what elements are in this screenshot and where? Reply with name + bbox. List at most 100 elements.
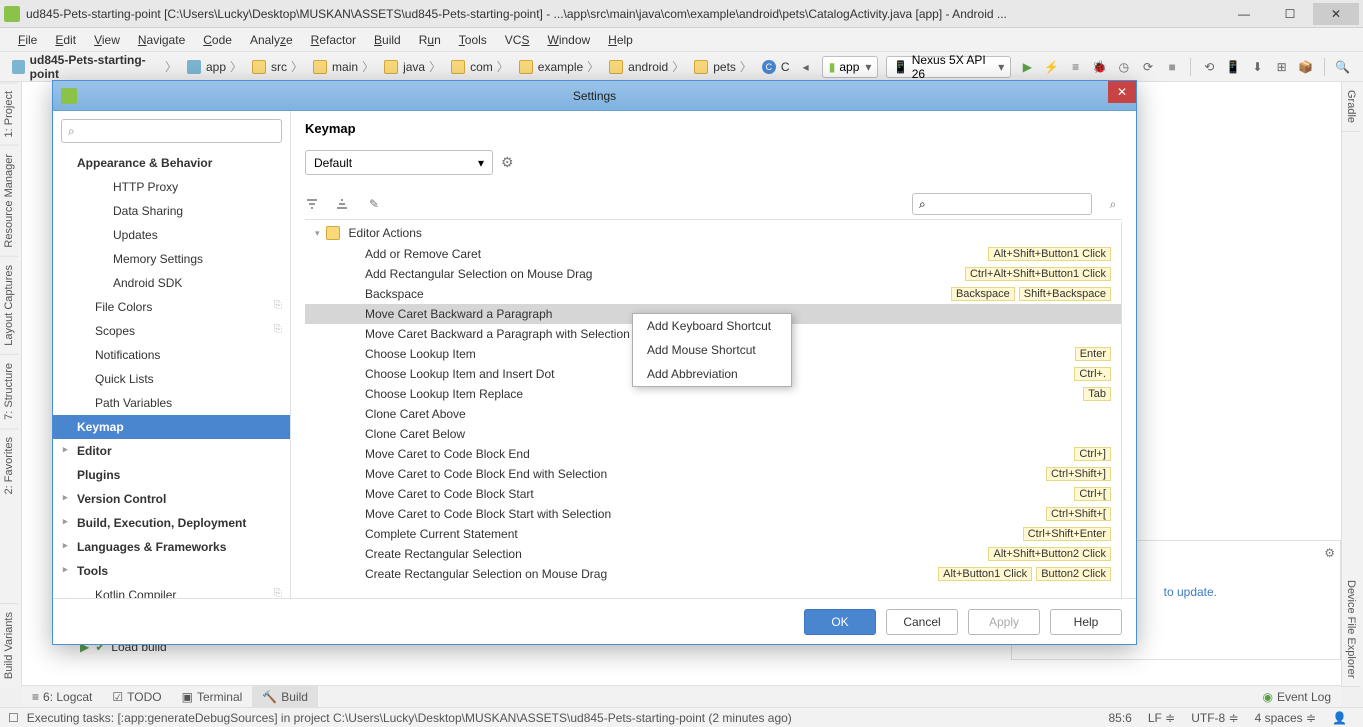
menu-build[interactable]: Build: [366, 30, 409, 50]
breadcrumb[interactable]: ud845-Pets-starting-point〉: [8, 53, 183, 81]
menu-run[interactable]: Run: [411, 30, 449, 50]
status-indent[interactable]: 4 spaces ≑: [1247, 711, 1324, 725]
status-caret-pos[interactable]: 85:6: [1100, 711, 1139, 725]
status-inspection-icon[interactable]: 👤: [1324, 711, 1355, 725]
breadcrumb[interactable]: pets〉: [690, 58, 758, 75]
misc-tool-button[interactable]: 📦: [1296, 56, 1316, 78]
tab-logcat[interactable]: ≡6: Logcat: [22, 686, 102, 707]
tree-data-sharing[interactable]: Data Sharing: [53, 199, 290, 223]
event-log-button[interactable]: ◉Event Log: [1252, 686, 1341, 707]
cm-add-abbrev[interactable]: Add Abbreviation: [633, 362, 791, 386]
breadcrumb[interactable]: app〉: [183, 58, 248, 75]
edit-icon[interactable]: ✎: [365, 197, 383, 211]
tree-build-exec[interactable]: Build, Execution, Deployment: [53, 511, 290, 535]
action-row[interactable]: Move Caret to Code Block Start with Sele…: [305, 504, 1121, 524]
cm-add-keyboard[interactable]: Add Keyboard Shortcut: [633, 314, 791, 338]
tree-notifications[interactable]: Notifications: [53, 343, 290, 367]
action-list[interactable]: ▾Editor Actions Add or Remove CaretAlt+S…: [305, 222, 1122, 598]
action-row[interactable]: Choose Lookup Item ReplaceTab: [305, 384, 1121, 404]
resource-button[interactable]: ⊞: [1272, 56, 1292, 78]
debug-button[interactable]: 🐞: [1090, 56, 1110, 78]
action-row[interactable]: Clone Caret Above: [305, 404, 1121, 424]
menu-view[interactable]: View: [86, 30, 128, 50]
settings-search[interactable]: ⌕: [61, 119, 282, 143]
breadcrumb[interactable]: com〉: [447, 58, 515, 75]
status-line-sep[interactable]: LF ≑: [1140, 711, 1183, 725]
menu-refactor[interactable]: Refactor: [303, 30, 364, 50]
action-row[interactable]: Add or Remove CaretAlt+Shift+Button1 Cli…: [305, 244, 1121, 264]
menu-tools[interactable]: Tools: [451, 30, 495, 50]
breadcrumb[interactable]: src〉: [248, 58, 309, 75]
close-button[interactable]: ✕: [1313, 3, 1359, 25]
action-search[interactable]: ⌕: [912, 193, 1092, 215]
breadcrumb[interactable]: java〉: [380, 58, 447, 75]
tree-kotlin[interactable]: Kotlin Compiler⎘: [53, 583, 290, 598]
search-everywhere-button[interactable]: 🔍: [1333, 56, 1353, 78]
sync-button[interactable]: ⟲: [1199, 56, 1219, 78]
settings-search-input[interactable]: [75, 124, 275, 138]
menu-analyze[interactable]: Analyze: [242, 30, 301, 50]
avd-button[interactable]: 📱: [1223, 56, 1243, 78]
find-shortcut-icon[interactable]: ⌕: [1104, 197, 1122, 212]
collapse-all-icon[interactable]: [335, 197, 353, 211]
profiler-button[interactable]: ◷: [1114, 56, 1134, 78]
panel-gear-icon[interactable]: ⚙: [1324, 546, 1335, 560]
breadcrumb[interactable]: main〉: [309, 58, 380, 75]
tool-tab-structure[interactable]: 7: Structure: [0, 354, 18, 428]
menu-help[interactable]: Help: [600, 30, 641, 50]
tool-tab-device-file-explorer[interactable]: Device File Explorer: [1342, 572, 1360, 687]
tree-file-colors[interactable]: File Colors⎘: [53, 295, 290, 319]
debug-activity-button[interactable]: ≡: [1066, 56, 1086, 78]
tab-todo[interactable]: ☑TODO: [102, 686, 171, 707]
maximize-button[interactable]: ☐: [1267, 3, 1313, 25]
tool-tab-favorites[interactable]: 2: Favorites: [0, 428, 18, 502]
tool-tab-layout-captures[interactable]: Layout Captures: [0, 256, 18, 354]
cancel-button[interactable]: Cancel: [886, 609, 958, 635]
breadcrumb[interactable]: CC: [758, 60, 794, 74]
menu-code[interactable]: Code: [195, 30, 240, 50]
run-button[interactable]: ▶: [1017, 56, 1037, 78]
device-select[interactable]: 📱 Nexus 5X API 26▾: [886, 56, 1011, 78]
tree-languages[interactable]: Languages & Frameworks: [53, 535, 290, 559]
breadcrumb[interactable]: android〉: [605, 58, 690, 75]
tree-updates[interactable]: Updates: [53, 223, 290, 247]
action-row[interactable]: Create Rectangular Selection on Mouse Dr…: [305, 564, 1121, 584]
action-row[interactable]: BackspaceBackspaceShift+Backspace: [305, 284, 1121, 304]
apply-changes-button[interactable]: ⚡: [1041, 56, 1061, 78]
tool-tab-project[interactable]: 1: Project: [0, 82, 18, 145]
tab-terminal[interactable]: ▣Terminal: [172, 686, 253, 707]
status-window-icon[interactable]: ☐: [8, 711, 19, 725]
tool-tab-build-variants[interactable]: Build Variants: [0, 603, 18, 687]
action-row[interactable]: Create Rectangular SelectionAlt+Shift+Bu…: [305, 544, 1121, 564]
tab-build[interactable]: 🔨Build: [252, 686, 318, 707]
tree-version-control[interactable]: Version Control: [53, 487, 290, 511]
cm-add-mouse[interactable]: Add Mouse Shortcut: [633, 338, 791, 362]
menu-vcs[interactable]: VCS: [497, 30, 538, 50]
status-encoding[interactable]: UTF-8 ≑: [1183, 711, 1246, 725]
tool-tab-resource-manager[interactable]: Resource Manager: [0, 145, 18, 256]
action-row[interactable]: Move Caret to Code Block End with Select…: [305, 464, 1121, 484]
ok-button[interactable]: OK: [804, 609, 876, 635]
menu-edit[interactable]: Edit: [47, 30, 84, 50]
action-row[interactable]: Add Rectangular Selection on Mouse DragC…: [305, 264, 1121, 284]
breadcrumb[interactable]: example〉: [515, 58, 605, 75]
tree-editor[interactable]: Editor: [53, 439, 290, 463]
menu-navigate[interactable]: Navigate: [130, 30, 193, 50]
action-search-input[interactable]: [926, 197, 1085, 211]
tree-path-variables[interactable]: Path Variables: [53, 391, 290, 415]
expand-all-icon[interactable]: [305, 197, 323, 211]
tree-quick-lists[interactable]: Quick Lists: [53, 367, 290, 391]
minimize-button[interactable]: —: [1221, 3, 1267, 25]
dialog-titlebar[interactable]: Settings ✕: [53, 81, 1136, 111]
tree-http-proxy[interactable]: HTTP Proxy: [53, 175, 290, 199]
tree-scopes[interactable]: Scopes⎘: [53, 319, 290, 343]
sdk-button[interactable]: ⬇: [1247, 56, 1267, 78]
tree-memory[interactable]: Memory Settings: [53, 247, 290, 271]
action-group[interactable]: ▾Editor Actions: [305, 222, 1121, 244]
action-row[interactable]: Move Caret to Code Block EndCtrl+]: [305, 444, 1121, 464]
menu-window[interactable]: Window: [539, 30, 598, 50]
tree-tools[interactable]: Tools: [53, 559, 290, 583]
run-config-select[interactable]: ▮app▾: [822, 56, 879, 78]
tree-android-sdk[interactable]: Android SDK: [53, 271, 290, 295]
help-button[interactable]: Help: [1050, 609, 1122, 635]
